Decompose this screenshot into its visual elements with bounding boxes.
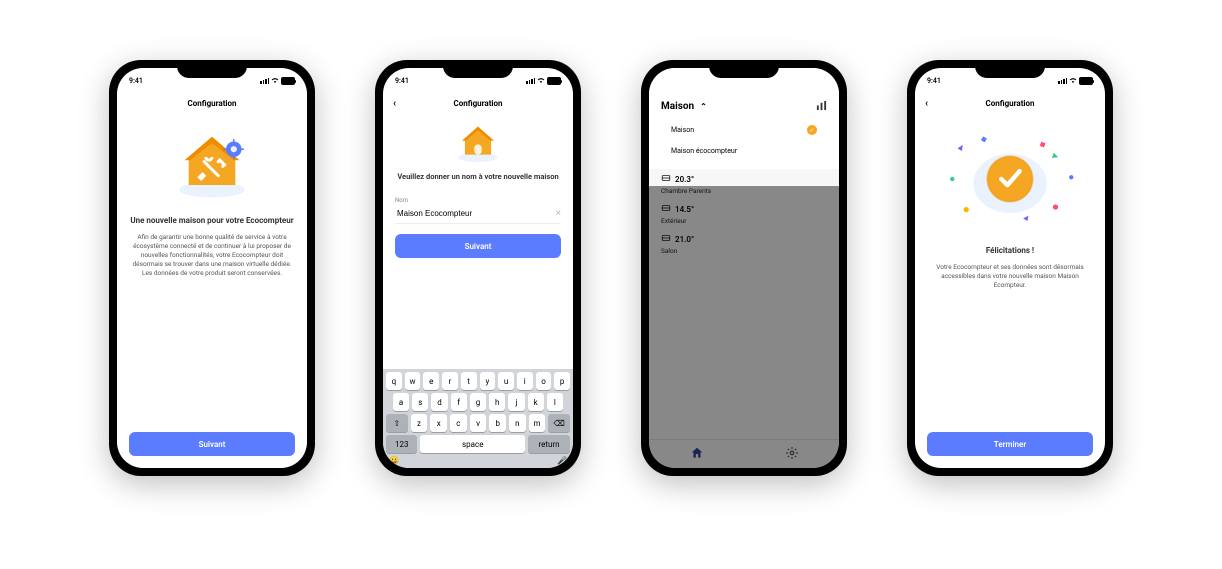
shift-key[interactable]: ⇧ xyxy=(386,414,408,432)
screen-header: Configuration xyxy=(117,92,307,114)
phone-notch xyxy=(709,60,779,78)
signal-icon xyxy=(526,78,535,84)
key-n[interactable]: n xyxy=(509,414,526,432)
house-dropdown[interactable]: Maison ⌃ xyxy=(649,92,839,117)
key-u[interactable]: u xyxy=(498,372,514,390)
confetti-check-illustration xyxy=(927,124,1093,234)
house-name-input[interactable] xyxy=(395,208,556,219)
phone-mockup-3: 9:41 Maison ⌃ Maison✓Maison écocompteur … xyxy=(641,60,847,476)
screen-header: ‹ Configuration xyxy=(915,92,1105,114)
phone-notch xyxy=(443,60,513,78)
battery-icon xyxy=(547,77,561,85)
return-key[interactable]: return xyxy=(528,435,570,453)
space-key[interactable]: space xyxy=(420,435,525,453)
phone-mockup-1: 9:41 Configuration xyxy=(109,60,315,476)
wifi-icon xyxy=(537,77,545,85)
key-c[interactable]: c xyxy=(450,414,467,432)
house-gear-illustration xyxy=(129,124,295,204)
key-h[interactable]: h xyxy=(489,393,505,411)
key-b[interactable]: b xyxy=(489,414,506,432)
house-illustration xyxy=(395,120,561,164)
keyboard-row-2: asdfghjkl xyxy=(383,390,573,411)
emoji-key[interactable]: 😀 xyxy=(389,456,399,465)
signal-icon xyxy=(1058,78,1067,84)
key-z[interactable]: z xyxy=(411,414,428,432)
screen-body: Afin de garantir une bonne qualité de se… xyxy=(129,233,295,278)
dropdown-item[interactable]: Maison écocompteur xyxy=(649,141,839,161)
screen-subtitle: Veuillez donner un nom à votre nouvelle … xyxy=(395,172,561,181)
dropdown-label: Maison xyxy=(661,101,694,112)
phone-mockup-2: 9:41 ‹ Configuration xyxy=(375,60,581,476)
status-time: 9:41 xyxy=(927,77,941,85)
key-e[interactable]: e xyxy=(423,372,439,390)
key-t[interactable]: t xyxy=(461,372,477,390)
key-p[interactable]: p xyxy=(554,372,570,390)
screen-title: Félicitations ! xyxy=(927,246,1093,255)
status-time: 9:41 xyxy=(395,77,409,85)
finish-button[interactable]: Terminer xyxy=(927,432,1093,456)
key-l[interactable]: l xyxy=(547,393,563,411)
key-o[interactable]: o xyxy=(536,372,552,390)
dropdown-item-label: Maison écocompteur xyxy=(671,147,737,155)
delete-key[interactable]: ⌫ xyxy=(548,414,570,432)
next-button[interactable]: Suivant xyxy=(129,432,295,456)
key-a[interactable]: a xyxy=(393,393,409,411)
field-label: Nom xyxy=(395,197,561,204)
key-g[interactable]: g xyxy=(470,393,486,411)
numbers-key[interactable]: 123 xyxy=(386,435,417,453)
signal-icon xyxy=(260,78,269,84)
phone-notch xyxy=(177,60,247,78)
screen-title: Une nouvelle maison pour votre Ecocompte… xyxy=(129,216,295,225)
check-icon: ✓ xyxy=(807,125,817,135)
clear-icon[interactable]: × xyxy=(556,208,561,219)
header-title: Configuration xyxy=(187,99,236,108)
key-w[interactable]: w xyxy=(405,372,421,390)
key-s[interactable]: s xyxy=(412,393,428,411)
keyboard[interactable]: qwertyuiop asdfghjkl ⇧ zxcvbnm ⌫ 123 spa… xyxy=(383,369,573,468)
key-v[interactable]: v xyxy=(470,414,487,432)
status-time: 9:41 xyxy=(129,77,143,85)
screen-body: Votre Ecocompteur et ses données sont dé… xyxy=(927,263,1093,290)
key-d[interactable]: d xyxy=(431,393,447,411)
header-title: Configuration xyxy=(453,99,502,108)
next-button[interactable]: Suivant xyxy=(395,234,561,258)
wifi-icon xyxy=(271,77,279,85)
screen-header: ‹ Configuration xyxy=(383,92,573,114)
chart-icon[interactable] xyxy=(816,100,827,113)
dropdown-item-label: Maison xyxy=(671,126,694,134)
mic-key[interactable]: 🎤 xyxy=(557,456,567,465)
wifi-icon xyxy=(1069,77,1077,85)
header-title: Configuration xyxy=(985,99,1034,108)
phone-notch xyxy=(975,60,1045,78)
key-j[interactable]: j xyxy=(508,393,524,411)
back-icon[interactable]: ‹ xyxy=(925,98,928,109)
key-q[interactable]: q xyxy=(386,372,402,390)
room-temp: 20.3° xyxy=(675,175,694,184)
thermometer-icon xyxy=(661,173,671,185)
keyboard-row-3: ⇧ zxcvbnm ⌫ xyxy=(383,411,573,432)
key-r[interactable]: r xyxy=(442,372,458,390)
keyboard-row-1: qwertyuiop xyxy=(383,369,573,390)
key-m[interactable]: m xyxy=(529,414,546,432)
key-x[interactable]: x xyxy=(430,414,447,432)
key-i[interactable]: i xyxy=(517,372,533,390)
battery-icon xyxy=(281,77,295,85)
battery-icon xyxy=(1079,77,1093,85)
key-k[interactable]: k xyxy=(528,393,544,411)
chevron-up-icon: ⌃ xyxy=(700,102,707,111)
back-icon[interactable]: ‹ xyxy=(393,98,396,109)
key-f[interactable]: f xyxy=(451,393,467,411)
key-y[interactable]: y xyxy=(480,372,496,390)
dropdown-item[interactable]: Maison ✓ xyxy=(649,119,839,141)
overlay-dim[interactable] xyxy=(649,186,839,468)
dropdown-list: Maison ✓ Maison écocompteur xyxy=(649,117,839,169)
phone-mockup-4: 9:41 ‹ Configuration xyxy=(907,60,1113,476)
